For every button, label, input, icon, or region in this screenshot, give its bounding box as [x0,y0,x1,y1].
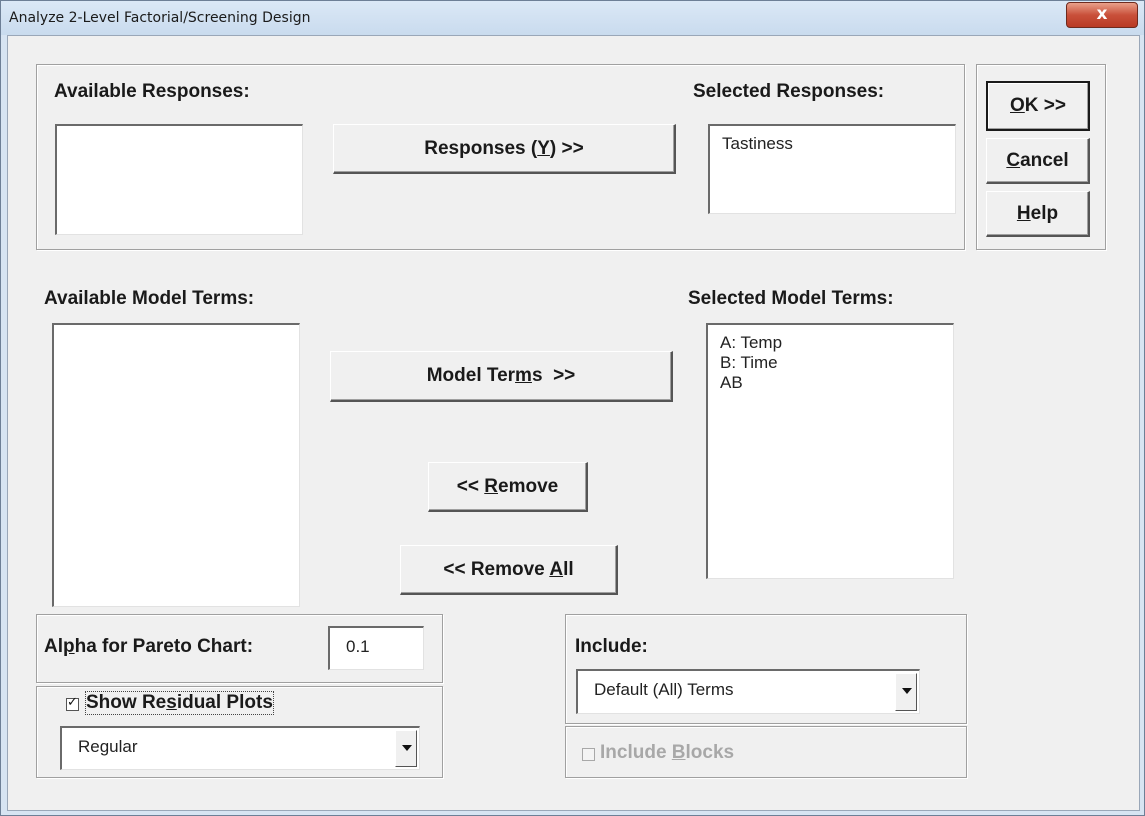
list-item[interactable]: B: Time [708,353,953,373]
chevron-down-icon[interactable] [395,730,417,767]
include-blocks-checkbox[interactable] [582,748,595,761]
alpha-input[interactable]: 0.1 [328,626,424,670]
ok-button[interactable]: OK >> [986,81,1090,131]
selected-responses-label: Selected Responses: [693,81,885,102]
show-residual-plots-checkbox[interactable] [66,695,79,711]
cancel-button-label: Cancel [1006,149,1069,171]
ok-button-label: OK >> [1010,95,1066,116]
dialog-window: Analyze 2-Level Factorial/Screening Desi… [0,0,1145,816]
selected-responses-list[interactable]: Tastiness [708,124,956,214]
available-model-terms-list[interactable] [52,323,300,607]
remove-all-button-label: << Remove All [443,558,574,580]
cancel-button[interactable]: Cancel [986,138,1090,184]
dialog-client-area: Available Responses: Responses (Y) >> Se… [7,35,1140,811]
remove-all-button[interactable]: << Remove All [400,545,618,595]
include-terms-value: Default (All) Terms [594,680,734,699]
help-button-label: Help [1016,202,1059,224]
available-responses-list[interactable] [55,124,303,235]
window-title: Analyze 2-Level Factorial/Screening Desi… [9,10,311,26]
available-responses-label: Available Responses: [54,81,250,102]
model-terms-add-button[interactable]: Model Terms >> [330,351,673,402]
include-label: Include: [575,636,648,657]
responses-add-button[interactable]: Responses (Y) >> [333,124,676,174]
responses-add-label: Responses (Y) >> [424,137,584,159]
selected-model-terms-label: Selected Model Terms: [688,288,894,309]
title-bar[interactable]: Analyze 2-Level Factorial/Screening Desi… [1,1,1144,35]
show-residual-plots-label[interactable]: Show Residual Plots [85,691,274,715]
close-button[interactable]: x [1066,2,1138,28]
available-model-terms-label: Available Model Terms: [44,288,255,309]
list-item[interactable]: AB [708,373,953,393]
residual-plot-type-value: Regular [78,737,138,756]
list-item[interactable]: Tastiness [710,134,955,154]
alpha-label: Alpha for Pareto Chart: [44,636,254,657]
help-button[interactable]: Help [986,191,1090,237]
residual-plot-type-select[interactable]: Regular [60,726,420,770]
chevron-down-icon[interactable] [895,673,917,711]
selected-model-terms-list[interactable]: A: Temp B: Time AB [706,323,954,579]
list-item[interactable]: A: Temp [708,333,953,353]
remove-button[interactable]: << Remove [428,462,588,512]
close-icon: x [1096,4,1108,24]
include-terms-select[interactable]: Default (All) Terms [576,669,920,714]
remove-button-label: << Remove [456,475,559,497]
model-terms-add-label: Model Terms >> [426,365,576,386]
include-blocks-label[interactable]: Include Blocks [600,742,734,764]
